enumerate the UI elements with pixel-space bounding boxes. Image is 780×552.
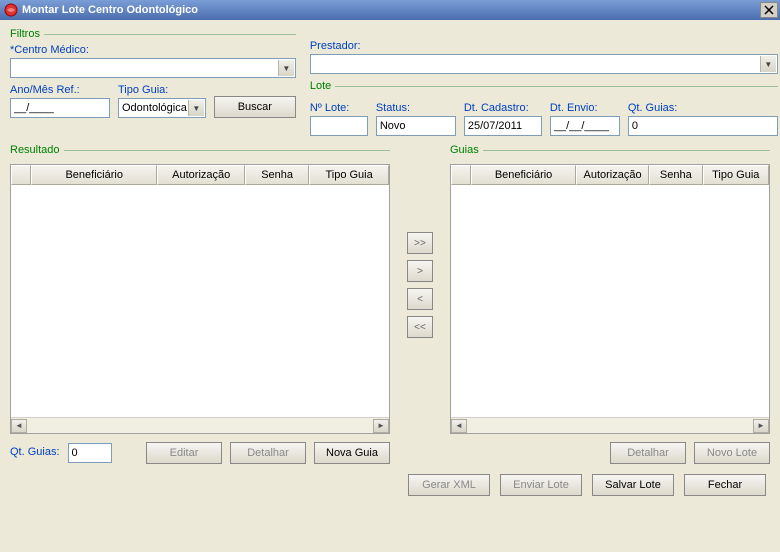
dt-cadastro-label: Dt. Cadastro: bbox=[464, 102, 542, 114]
col-tipo-guia[interactable]: Tipo Guia bbox=[703, 165, 769, 185]
scroll-track[interactable] bbox=[467, 419, 753, 433]
guias-table: Beneficiário Autorização Senha Tipo Guia… bbox=[450, 164, 770, 434]
scroll-right-icon[interactable]: ► bbox=[753, 419, 769, 433]
app-icon bbox=[4, 3, 18, 17]
scroll-left-icon[interactable]: ◄ bbox=[451, 419, 467, 433]
fechar-button[interactable]: Fechar bbox=[684, 474, 766, 496]
col-autorizacao[interactable]: Autorização bbox=[576, 165, 649, 185]
col-senha[interactable]: Senha bbox=[245, 165, 309, 185]
resultado-table: Beneficiário Autorização Senha Tipo Guia… bbox=[10, 164, 390, 434]
hscrollbar[interactable]: ◄ ► bbox=[11, 417, 389, 433]
dt-envio-input[interactable] bbox=[550, 116, 620, 136]
centro-medico-label: *Centro Médico: bbox=[10, 44, 296, 56]
chevron-down-icon: ▼ bbox=[278, 60, 294, 76]
title-bar: Montar Lote Centro Odontológico bbox=[0, 0, 780, 20]
guias-fieldset: Guias bbox=[450, 144, 770, 160]
editar-button[interactable]: Editar bbox=[146, 442, 222, 464]
guias-tbody bbox=[451, 185, 769, 417]
dt-cadastro-input[interactable] bbox=[464, 116, 542, 136]
filtros-fieldset: Filtros *Centro Médico: ▼ Ano/Mês Ref.: … bbox=[10, 28, 296, 118]
novo-lote-button[interactable]: Novo Lote bbox=[694, 442, 770, 464]
move-all-left-button[interactable]: << bbox=[407, 316, 433, 338]
window-title: Montar Lote Centro Odontológico bbox=[22, 4, 198, 16]
ano-mes-ref-input[interactable] bbox=[10, 98, 110, 118]
qt-guias-bottom-label: Qt. Guias: bbox=[10, 446, 60, 458]
prestador-combo[interactable]: ▼ bbox=[310, 54, 778, 74]
resultado-fieldset: Resultado bbox=[10, 144, 390, 160]
centro-medico-combo[interactable]: ▼ bbox=[10, 58, 296, 78]
detalhar-button[interactable]: Detalhar bbox=[230, 442, 306, 464]
row-selector-header[interactable] bbox=[451, 165, 471, 185]
hscrollbar[interactable]: ◄ ► bbox=[451, 417, 769, 433]
nova-guia-button[interactable]: Nova Guia bbox=[314, 442, 390, 464]
detalhar2-button[interactable]: Detalhar bbox=[610, 442, 686, 464]
scroll-right-icon[interactable]: ► bbox=[373, 419, 389, 433]
tipo-guia-combo[interactable]: Odontológica ▼ bbox=[118, 98, 206, 118]
resultado-tbody bbox=[11, 185, 389, 417]
chevron-down-icon: ▼ bbox=[188, 100, 204, 116]
status-input[interactable] bbox=[376, 116, 456, 136]
move-right-button[interactable]: > bbox=[407, 260, 433, 282]
transfer-buttons: >> > < << bbox=[404, 142, 436, 338]
close-button[interactable] bbox=[760, 2, 778, 18]
footer-buttons: Gerar XML Enviar Lote Salvar Lote Fechar bbox=[10, 474, 770, 496]
row-selector-header[interactable] bbox=[11, 165, 31, 185]
col-beneficiario[interactable]: Beneficiário bbox=[31, 165, 157, 185]
lote-legend: Lote bbox=[310, 80, 335, 92]
col-tipo-guia[interactable]: Tipo Guia bbox=[309, 165, 389, 185]
ano-mes-ref-label: Ano/Mês Ref.: bbox=[10, 84, 110, 96]
move-all-right-button[interactable]: >> bbox=[407, 232, 433, 254]
resultado-legend: Resultado bbox=[10, 144, 64, 156]
col-beneficiario[interactable]: Beneficiário bbox=[471, 165, 576, 185]
qt-guias-input[interactable] bbox=[628, 116, 778, 136]
lote-fieldset: Lote Nº Lote: Status: Dt. Cadastro: bbox=[310, 80, 778, 136]
enviar-lote-button[interactable]: Enviar Lote bbox=[500, 474, 582, 496]
status-label: Status: bbox=[376, 102, 456, 114]
guias-legend: Guias bbox=[450, 144, 483, 156]
chevron-down-icon: ▼ bbox=[760, 56, 776, 72]
col-autorizacao[interactable]: Autorização bbox=[157, 165, 245, 185]
gerar-xml-button[interactable]: Gerar XML bbox=[408, 474, 490, 496]
scroll-track[interactable] bbox=[27, 419, 373, 433]
filtros-legend: Filtros bbox=[10, 28, 44, 40]
scroll-left-icon[interactable]: ◄ bbox=[11, 419, 27, 433]
buscar-button[interactable]: Buscar bbox=[214, 96, 296, 118]
tipo-guia-label: Tipo Guia: bbox=[118, 84, 206, 96]
qt-guias-label: Qt. Guias: bbox=[628, 102, 778, 114]
prestador-label: Prestador: bbox=[310, 40, 778, 52]
dt-envio-label: Dt. Envio: bbox=[550, 102, 620, 114]
no-lote-input[interactable] bbox=[310, 116, 368, 136]
salvar-lote-button[interactable]: Salvar Lote bbox=[592, 474, 674, 496]
col-senha[interactable]: Senha bbox=[649, 165, 703, 185]
move-left-button[interactable]: < bbox=[407, 288, 433, 310]
qt-guias-bottom-input[interactable] bbox=[68, 443, 112, 463]
tipo-guia-value: Odontológica bbox=[122, 102, 187, 114]
no-lote-label: Nº Lote: bbox=[310, 102, 368, 114]
